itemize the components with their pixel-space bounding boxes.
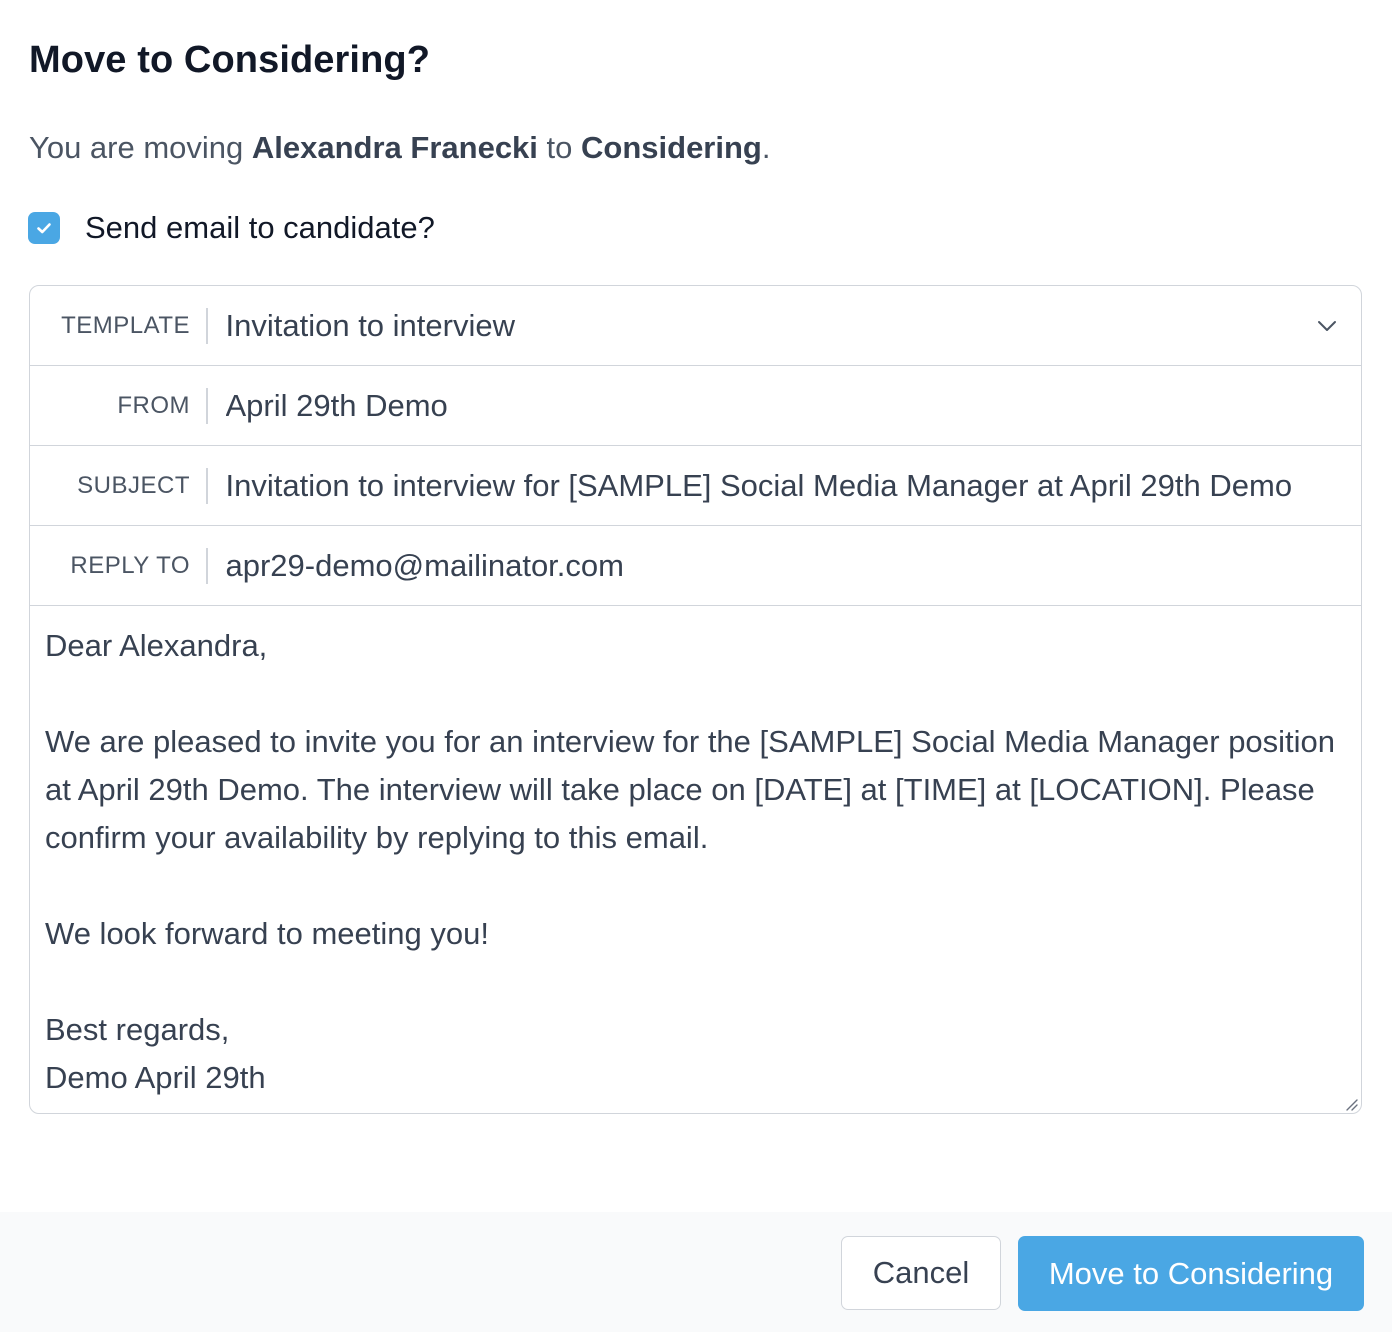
field-divider — [206, 467, 208, 504]
template-label: TEMPLATE — [61, 311, 190, 339]
email-composer: TEMPLATE Invitation to interview FROM Ap… — [29, 285, 1362, 1114]
cancel-button[interactable]: Cancel — [841, 1236, 1001, 1310]
field-divider — [206, 387, 208, 424]
from-field: FROM April 29th Demo — [30, 366, 1361, 446]
from-label: FROM — [117, 391, 190, 419]
template-select[interactable]: Invitation to interview — [226, 306, 1346, 346]
from-value: April 29th Demo — [225, 387, 448, 423]
move-summary: You are moving Alexandra Franecki to Con… — [29, 128, 770, 168]
email-body-textarea[interactable]: Dear Alexandra, We are pleased to invite… — [30, 606, 1361, 1113]
subject-label: SUBJECT — [77, 471, 190, 499]
send-email-row[interactable]: Send email to candidate? — [28, 208, 435, 248]
chevron-down-icon[interactable] — [1315, 314, 1339, 338]
target-stage: Considering — [581, 130, 762, 165]
subject-field[interactable]: SUBJECT Invitation to interview for [SAM… — [30, 446, 1361, 526]
send-email-checkbox[interactable] — [28, 212, 60, 244]
subject-input[interactable]: Invitation to interview for [SAMPLE] Soc… — [226, 466, 1346, 506]
reply-to-input[interactable]: apr29-demo@mailinator.com — [226, 546, 1346, 586]
summary-suffix: . — [761, 130, 771, 165]
resize-handle-icon[interactable] — [1344, 1097, 1358, 1111]
check-icon — [37, 223, 51, 234]
body-signature: Demo April 29th — [45, 1060, 266, 1095]
reply-to-label: REPLY TO — [70, 551, 190, 579]
body-paragraph: We are pleased to invite you for an inte… — [45, 724, 1336, 855]
field-divider — [206, 547, 208, 584]
body-closing-line: We look forward to meeting you! — [45, 916, 489, 951]
template-field[interactable]: TEMPLATE Invitation to interview — [30, 286, 1361, 366]
dialog-title: Move to Considering? — [29, 39, 430, 81]
move-to-considering-button[interactable]: Move to Considering — [1018, 1236, 1364, 1311]
body-signoff: Best regards, — [45, 1012, 230, 1047]
summary-middle: to — [537, 130, 582, 165]
body-greeting: Dear Alexandra, — [45, 628, 268, 663]
summary-prefix: You are moving — [29, 130, 252, 165]
field-divider — [206, 307, 208, 344]
candidate-name: Alexandra Franecki — [251, 130, 538, 165]
move-stage-dialog: Move to Considering? You are moving Alex… — [0, 0, 1392, 1332]
dialog-footer: Cancel Move to Considering — [0, 1212, 1392, 1332]
send-email-label[interactable]: Send email to candidate? — [85, 208, 435, 248]
reply-to-field[interactable]: REPLY TO apr29-demo@mailinator.com — [30, 526, 1361, 606]
